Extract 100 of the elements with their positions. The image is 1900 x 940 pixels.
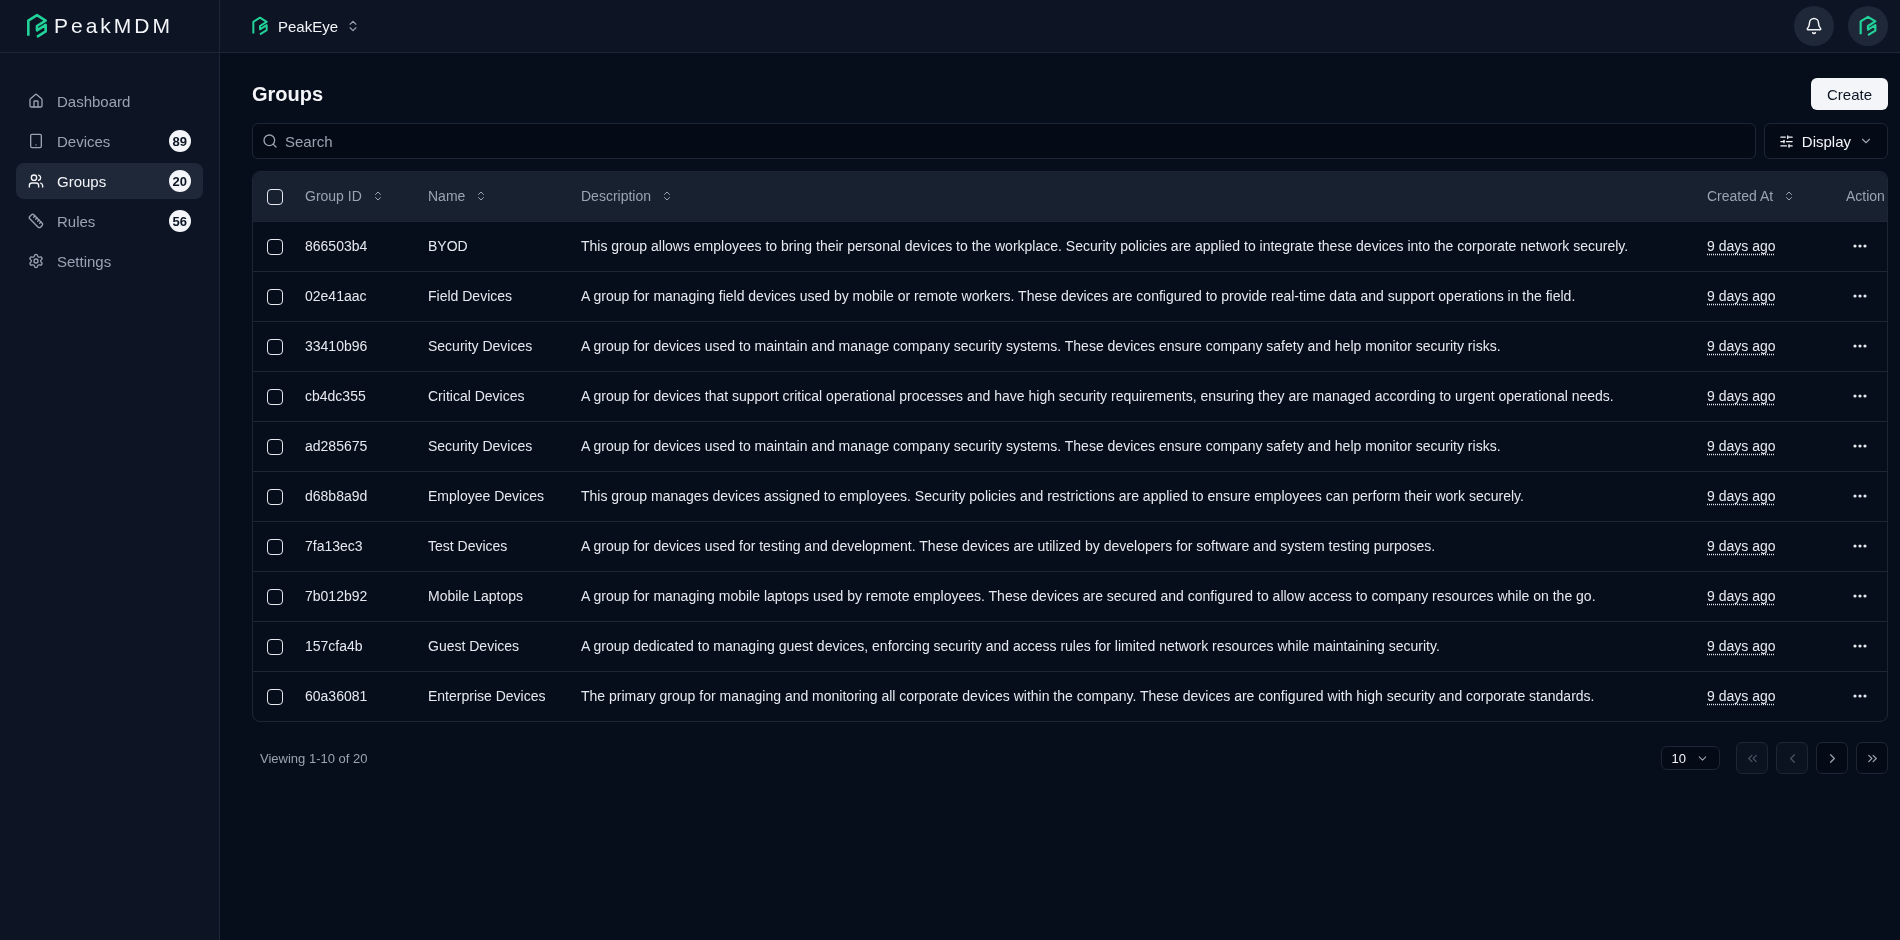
sidebar-item-label: Devices [57,132,112,150]
group-name: Enterprise Devices [428,688,546,705]
group-id: cb4dc355 [305,388,366,404]
page-title: Groups [252,82,324,106]
row-checkbox[interactable] [267,588,283,605]
column-header[interactable]: Created At [1707,188,1774,205]
column-header[interactable]: Description [581,188,652,205]
search-field[interactable]: Search [252,123,1756,159]
sidebar-item[interactable]: Dashboard [16,83,203,119]
group-id: 157cfa4b [305,638,363,654]
more-actions-button[interactable] [1853,644,1867,648]
row-checkbox[interactable] [267,338,283,355]
search-icon [262,133,278,149]
group-description: A group for devices used to maintain and manage company security systems. These devices ensure company safety and help monitor security risks. [581,438,1501,454]
ruler-icon [28,213,44,229]
settings-icon [28,253,44,269]
group-description: This group manages devices assigned to employees. Security policies and restrictions are applied to ensure employees can perform their work securely. [581,488,1524,504]
created-at: 9 days ago [1707,238,1776,254]
column-header[interactable]: Group ID [305,188,362,205]
group-name: Guest Devices [428,638,520,654]
select-all-checkbox[interactable] [267,188,283,205]
group-id: 02e41aac [305,288,367,304]
row-checkbox[interactable] [267,438,283,455]
group-description: A group dedicated to managing guest devices, enforcing security and access rules for limited network resources while maintaining security. [581,638,1440,654]
group-description: This group allows employees to bring their personal devices to the workplace. Security policies are applied to integrate these devices into the corporate network securely. [581,238,1629,254]
row-checkbox[interactable] [267,288,283,305]
more-actions-button[interactable] [1853,444,1867,448]
logo-icon [24,13,50,39]
more-actions-button[interactable] [1853,244,1867,248]
group-description: A group for devices used to maintain and manage company security systems. These devices ensure company safety and help monitor security risks. [581,338,1501,354]
logo-icon [250,16,270,36]
group-id: 866503b4 [305,238,368,254]
group-id: 60a36081 [305,688,368,705]
sidebar-item-label: Settings [57,252,113,270]
row-checkbox[interactable] [267,488,283,505]
workspace-name: PeakEye [278,17,339,35]
ellipsis-icon [1853,694,1867,699]
row-checkbox[interactable] [267,538,283,555]
group-name: Critical Devices [428,388,525,404]
pagination-summary: Viewing 1-10 of 20 [260,750,368,766]
row-checkbox[interactable] [267,638,283,655]
ellipsis-icon [1853,344,1867,348]
row-checkbox[interactable] [267,388,283,405]
logo-icon [1857,15,1879,37]
more-actions-button[interactable] [1853,594,1867,598]
created-at: 9 days ago [1707,588,1776,604]
more-actions-button[interactable] [1853,394,1867,398]
ellipsis-icon [1853,244,1867,248]
count-badge: 56 [168,210,191,232]
created-at: 9 days ago [1707,688,1776,705]
create-button[interactable]: Create [1810,78,1888,110]
sidebar-item-label: Rules [57,212,97,230]
created-at: 9 days ago [1707,288,1776,304]
group-description: A group for managing mobile laptops used by remote employees. These devices are secured and configured to allow access to company resources while on the go. [581,588,1596,604]
group-name: Employee Devices [428,488,544,504]
row-checkbox[interactable] [267,238,283,255]
last-page-button[interactable] [1856,742,1888,774]
sidebar-item[interactable]: Rules 56 [16,203,203,239]
count-badge: 20 [168,170,191,192]
group-id: 33410b96 [305,338,368,354]
ellipsis-icon [1853,544,1867,548]
created-at: 9 days ago [1707,538,1776,554]
sidebar-item[interactable]: Devices 89 [16,123,203,159]
workspace-switcher[interactable]: PeakEye [250,16,361,36]
sidebar-item[interactable]: Groups 20 [16,163,203,199]
more-actions-button[interactable] [1853,694,1867,699]
created-at: 9 days ago [1707,488,1776,504]
column-header[interactable]: Name [428,188,466,205]
more-actions-button[interactable] [1853,344,1867,348]
group-id: d68b8a9d [305,488,368,504]
display-button[interactable]: Display [1763,123,1888,159]
group-name: Test Devices [428,538,508,554]
sidebar-item[interactable]: Settings [16,243,203,279]
more-actions-button[interactable] [1853,544,1867,548]
sidebar-item-label: Dashboard [57,92,132,110]
more-actions-button[interactable] [1853,494,1867,498]
ellipsis-icon [1853,394,1867,398]
created-at: 9 days ago [1707,638,1776,654]
group-id: 7b012b92 [305,588,368,604]
group-description: The primary group for managing and monitoring all corporate devices within the company. These devices are configured with high security and corporate standards. [581,688,1595,705]
ellipsis-icon [1853,294,1867,298]
more-actions-button[interactable] [1853,294,1867,298]
group-name: Field Devices [428,288,513,304]
avatar-button[interactable] [1848,6,1888,46]
page-size-select[interactable]: 10 [1660,746,1720,770]
group-description: A group for devices that support critical operational processes and have high security requirements, ensuring they are managed according to urgent operational needs. [581,388,1614,404]
ellipsis-icon [1853,644,1867,648]
users-icon [28,173,44,189]
row-checkbox[interactable] [267,688,283,705]
group-name: Security Devices [428,338,533,354]
group-name: Security Devices [428,438,533,454]
bell-icon [1805,17,1823,35]
created-at: 9 days ago [1707,338,1776,354]
ellipsis-icon [1853,494,1867,498]
group-description: A group for managing field devices used by mobile or remote workers. These devices are configured to provide real-time data and support operations in the field. [581,288,1576,304]
notifications-button[interactable] [1794,6,1834,46]
group-name: BYOD [428,238,468,254]
brand-name: PeakMDM [54,14,174,38]
ellipsis-icon [1853,444,1867,448]
group-id: 7fa13ec3 [305,538,363,554]
